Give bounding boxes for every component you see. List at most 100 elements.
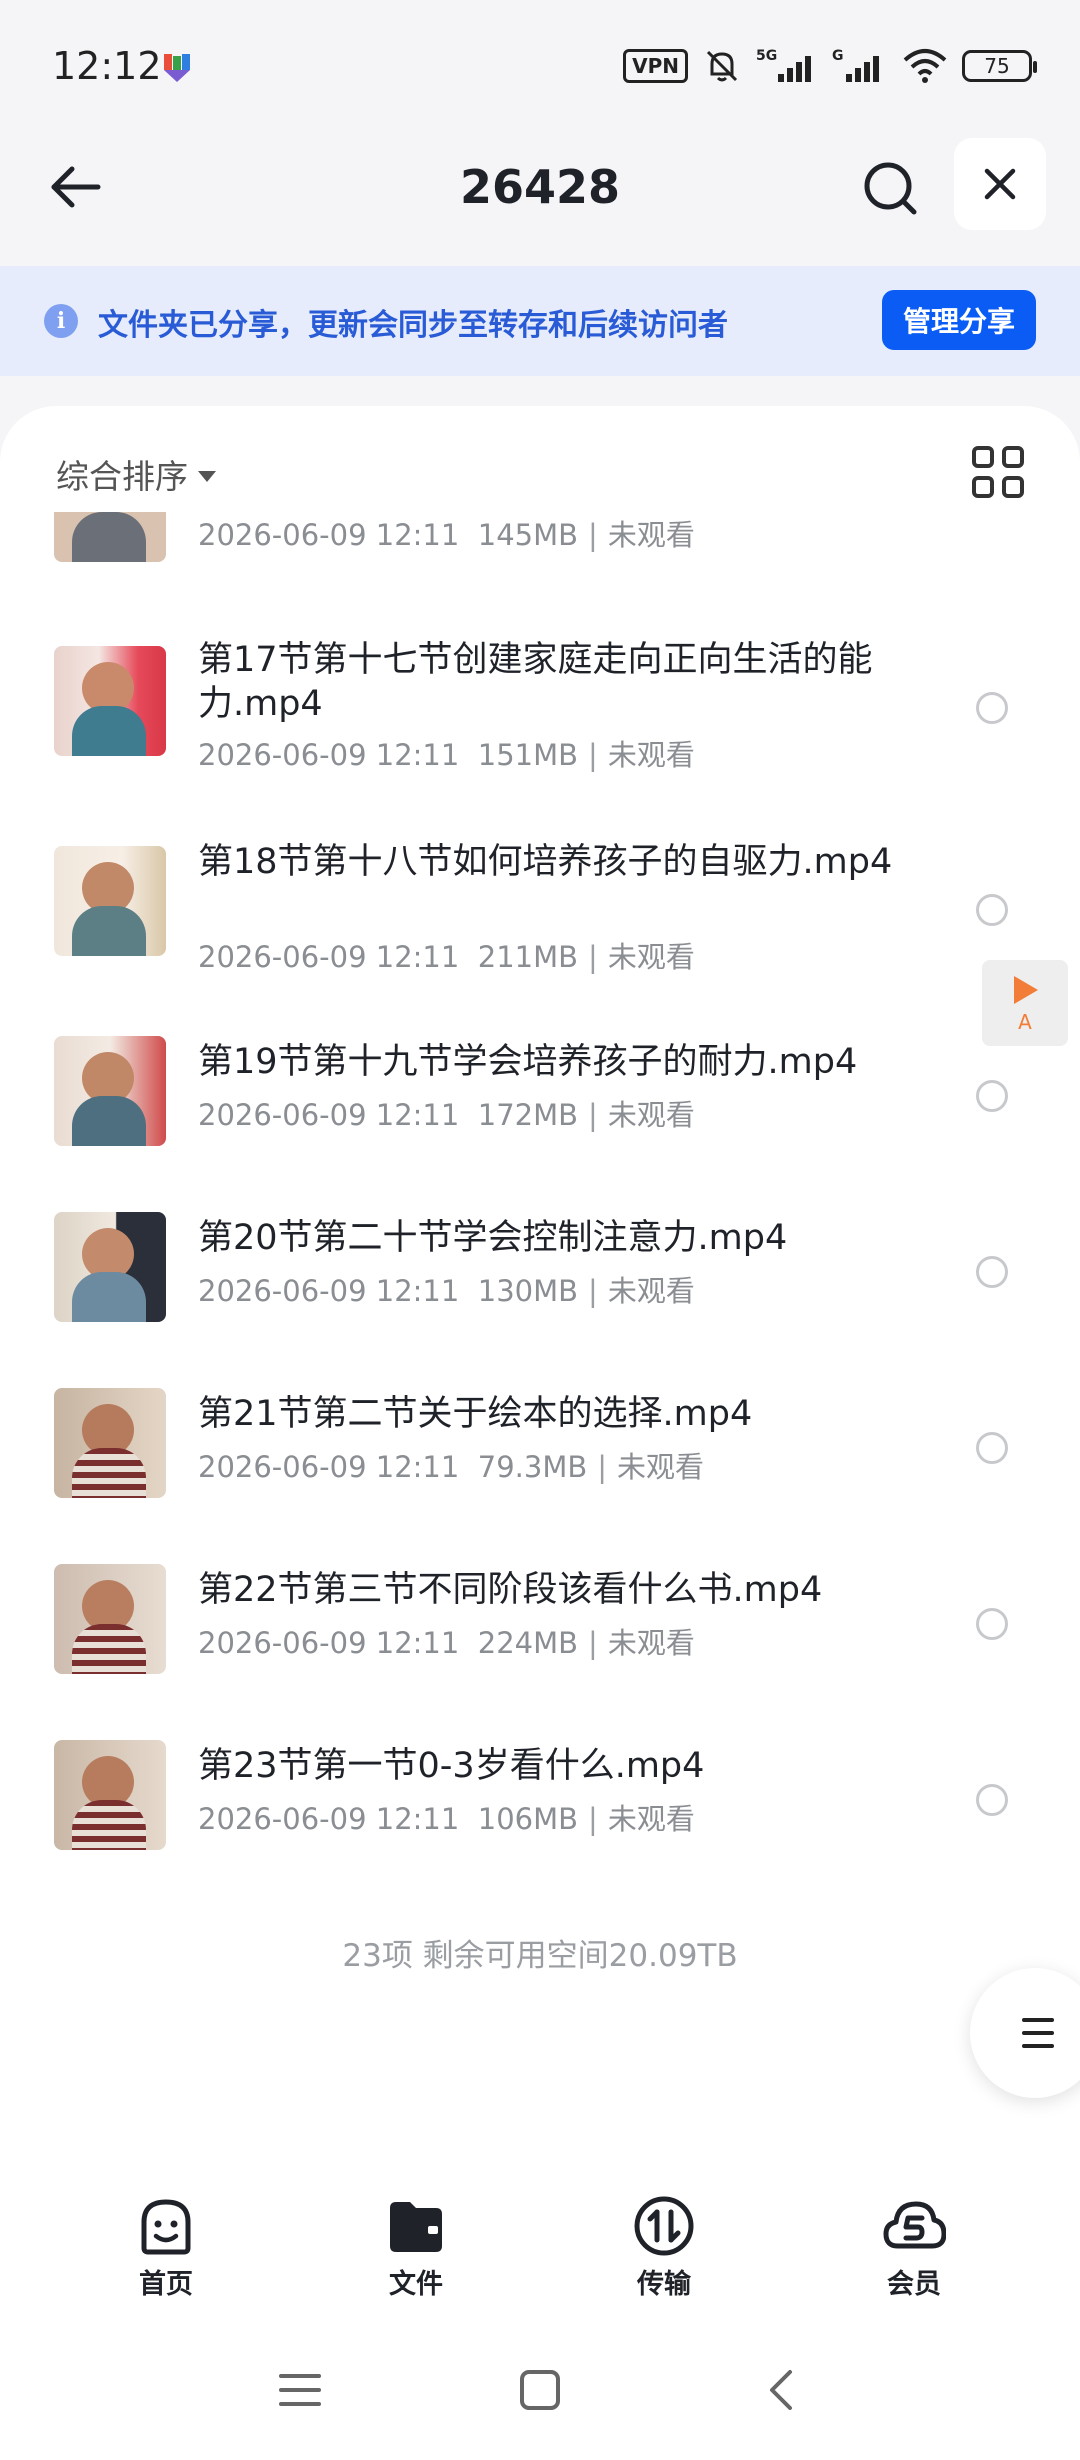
file-watch-status: 未观看	[607, 1274, 695, 1308]
video-thumbnail	[54, 846, 166, 956]
file-meta: 2026-06-09 12:11 145MB | 未观看	[198, 512, 695, 554]
file-size: 211MB	[477, 940, 579, 974]
play-icon	[1014, 976, 1038, 1004]
nav-vip[interactable]: 会员	[854, 2194, 974, 2301]
file-name: 第18节第十八节如何培养孩子的自驱力.mp4	[198, 842, 893, 882]
video-thumbnail	[54, 1212, 166, 1322]
nav-transfer[interactable]: 传输	[604, 2194, 724, 2301]
file-list-panel: 综合排序 2026-06-09 12:11 145MB | 未观看 第17节第十…	[0, 406, 1080, 2460]
system-home-button[interactable]	[510, 2360, 570, 2420]
file-row[interactable]: 第19节第十九节学会培养孩子的耐力.mp4 2026-06-09 12:11 1…	[0, 1024, 1080, 1146]
status-bar: 12:12 VPN 5G G 75	[0, 0, 1080, 130]
nav-home[interactable]: 首页	[106, 2194, 226, 2301]
file-meta: 2026-06-09 12:11 130MB | 未观看	[198, 1268, 695, 1310]
system-menu-button[interactable]	[270, 2360, 330, 2420]
select-checkbox[interactable]	[976, 1784, 1008, 1816]
file-date: 2026-06-09 12:11	[198, 1274, 460, 1308]
storage-summary: 23项 剩余可用空间20.09TB	[342, 1938, 738, 1974]
select-checkbox[interactable]	[976, 1080, 1008, 1112]
file-date: 2026-06-09 12:11	[198, 1098, 460, 1132]
file-size: 106MB	[477, 1802, 579, 1836]
file-row[interactable]: 第22节第三节不同阶段该看什么书.mp4 2026-06-09 12:11 22…	[0, 1552, 1080, 1674]
battery-indicator: 75	[962, 50, 1037, 82]
video-thumbnail	[54, 1036, 166, 1146]
menu-line	[1022, 2044, 1054, 2048]
manage-share-button[interactable]: 管理分享	[882, 290, 1036, 350]
close-button[interactable]	[954, 138, 1046, 230]
search-icon	[864, 162, 917, 215]
close-icon	[984, 168, 1016, 200]
file-date: 2026-06-09 12:11	[198, 1802, 460, 1836]
select-checkbox[interactable]	[976, 1256, 1008, 1288]
nav-files[interactable]: 文件	[356, 2194, 476, 2301]
bottom-navigation: 首页 文件 传输 会员	[0, 2170, 1080, 2300]
meta-separator: |	[588, 1802, 598, 1836]
meta-separator: |	[588, 1098, 598, 1132]
file-name: 第23节第一节0-3岁看什么.mp4	[198, 1746, 705, 1786]
file-meta: 2026-06-09 12:11 106MB | 未观看	[198, 1796, 695, 1838]
file-meta: 2026-06-09 12:11 79.3MB | 未观看	[198, 1444, 704, 1486]
top-app-bar: 26428	[0, 130, 1080, 266]
file-size: 224MB	[477, 1626, 579, 1660]
video-thumbnail	[54, 512, 166, 562]
home-smile-icon	[134, 2194, 198, 2258]
menu-icon	[279, 2374, 321, 2406]
transfer-icon	[632, 2194, 696, 2258]
search-button[interactable]	[850, 148, 930, 228]
floating-player-label: A	[1018, 1010, 1032, 1034]
status-time: 12:12	[52, 44, 162, 88]
file-size: 145MB	[477, 518, 579, 552]
file-row[interactable]: 第18节第十八节如何培养孩子的自驱力.mp4 2026-06-09 12:11 …	[0, 824, 1080, 974]
file-meta: 2026-06-09 12:11 151MB | 未观看	[198, 732, 695, 774]
file-name: 第17节第十七节创建家庭走向正向生活的能力.mp4	[198, 640, 873, 724]
file-name: 第19节第十九节学会培养孩子的耐力.mp4	[198, 1042, 858, 1082]
file-row[interactable]: 第17节第十七节创建家庭走向正向生活的能力.mp4 2026-06-09 12:…	[0, 622, 1080, 772]
meta-separator: |	[597, 1450, 608, 1484]
video-thumbnail	[54, 1388, 166, 1498]
file-row[interactable]: 第20节第二十节学会控制注意力.mp4 2026-06-09 12:11 130…	[0, 1200, 1080, 1322]
chevron-left-icon	[770, 2370, 792, 2410]
file-watch-status: 未观看	[607, 1802, 695, 1836]
meta-separator: |	[588, 1626, 598, 1660]
file-row[interactable]: 第23节第一节0-3岁看什么.mp4 2026-06-09 12:11 106M…	[0, 1728, 1080, 1850]
file-name: 第20节第二十节学会控制注意力.mp4	[198, 1218, 788, 1258]
share-status-banner: i 文件夹已分享，更新会同步至转存和后续访问者 管理分享	[0, 266, 1080, 376]
file-date: 2026-06-09 12:11	[198, 738, 460, 772]
file-size: 172MB	[477, 1098, 579, 1132]
file-meta: 2026-06-09 12:11 172MB | 未观看	[198, 1092, 695, 1134]
status-indicators: VPN 5G G 75	[623, 46, 1037, 86]
file-name: 第22节第三节不同阶段该看什么书.mp4	[198, 1570, 823, 1610]
vpn-badge: VPN	[623, 49, 688, 83]
file-row[interactable]: 2026-06-09 12:11 145MB | 未观看	[0, 512, 1080, 572]
file-meta: 2026-06-09 12:11 224MB | 未观看	[198, 1620, 695, 1662]
file-name: 第21节第二节关于绘本的选择.mp4	[198, 1394, 753, 1434]
floating-player-button[interactable]: A	[982, 960, 1068, 1046]
select-checkbox[interactable]	[976, 894, 1008, 926]
select-checkbox[interactable]	[976, 1608, 1008, 1640]
signal-g-icon: G	[832, 48, 879, 82]
svg-text:5G: 5G	[756, 48, 777, 64]
meta-separator: |	[588, 738, 598, 772]
file-row[interactable]: 第21节第二节关于绘本的选择.mp4 2026-06-09 12:11 79.3…	[0, 1376, 1080, 1498]
select-checkbox[interactable]	[976, 1432, 1008, 1464]
meta-separator: |	[588, 940, 598, 974]
app-notification-icon	[164, 54, 190, 82]
file-watch-status: 未观看	[607, 1098, 695, 1132]
info-icon: i	[44, 304, 78, 338]
file-size: 130MB	[477, 1274, 579, 1308]
signal-5g-icon: 5G	[756, 48, 811, 82]
select-checkbox[interactable]	[976, 692, 1008, 724]
video-thumbnail	[54, 1740, 166, 1850]
file-date: 2026-06-09 12:11	[198, 940, 460, 974]
video-thumbnail	[54, 1564, 166, 1674]
file-watch-status: 未观看	[617, 1450, 705, 1484]
file-date: 2026-06-09 12:11	[198, 1450, 460, 1484]
video-thumbnail	[54, 646, 166, 756]
system-back-button[interactable]	[750, 2360, 810, 2420]
menu-line	[1022, 2031, 1054, 2035]
bell-muted-icon	[706, 50, 738, 82]
meta-separator: |	[588, 1274, 598, 1308]
vip-cloud-icon	[882, 2194, 947, 2258]
file-size: 151MB	[477, 738, 579, 772]
nav-label: 会员	[887, 2269, 941, 2300]
